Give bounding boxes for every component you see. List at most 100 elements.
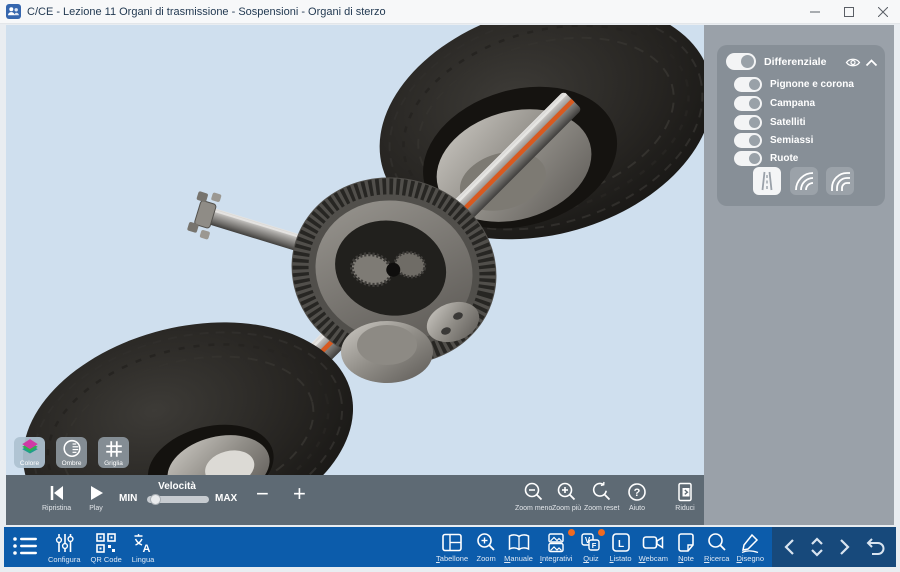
notification-badge	[568, 529, 575, 536]
qr-code-icon	[95, 532, 117, 554]
playback-controlbar: Ripristina Play Velocità MIN MAX − + Zoo…	[6, 475, 704, 525]
maximize-icon	[844, 7, 854, 17]
quiz-button[interactable]: V F Quiz	[579, 527, 602, 567]
webcam-button[interactable]: Webcam	[639, 527, 668, 567]
grid-icon	[104, 439, 124, 459]
satelliti-toggle[interactable]	[734, 115, 762, 130]
colore-label: Colore	[14, 460, 45, 467]
qr-code-button[interactable]: QR Code	[91, 527, 122, 564]
window-title: C/CE - Lezione 11 Organi di trasmissione…	[27, 6, 386, 18]
zoom-out-icon	[523, 481, 545, 503]
minimize-icon	[810, 7, 820, 17]
curved-road-button[interactable]	[790, 167, 818, 195]
right-sidebar: Differenziale Pignone e corona Campana S…	[704, 25, 894, 525]
svg-text:F: F	[592, 541, 597, 550]
ricerca-button[interactable]: Ricerca	[704, 527, 729, 567]
3d-viewport[interactable]	[6, 25, 704, 475]
app-users-icon	[6, 4, 21, 19]
ruote-toggle[interactable]	[734, 151, 762, 166]
minimize-button[interactable]	[798, 0, 832, 23]
sliders-icon	[53, 532, 75, 554]
menu-list-icon	[12, 535, 38, 557]
help-button[interactable]: ? Aiuto	[626, 481, 648, 512]
speed-label: Velocità	[145, 481, 209, 492]
configura-button[interactable]: Configura	[48, 527, 81, 564]
collapse-bar-button[interactable]: Riduci	[674, 481, 696, 512]
listato-button[interactable]: L Listato	[609, 527, 631, 567]
curved-road-icon	[793, 170, 815, 192]
titlebar: C/CE - Lezione 11 Organi di trasmissione…	[0, 0, 900, 24]
colore-button[interactable]: Colore	[14, 437, 45, 468]
restart-button[interactable]: Ripristina	[42, 483, 71, 512]
note-icon	[675, 532, 697, 553]
pen-draw-icon	[739, 532, 761, 553]
play-button[interactable]: Play	[86, 483, 106, 512]
chevron-right-icon	[836, 538, 852, 556]
axle-differential-scene	[6, 25, 704, 475]
shadow-sphere-icon	[62, 439, 82, 459]
sharp-curved-road-button[interactable]	[826, 167, 854, 195]
menu-button[interactable]	[12, 527, 38, 557]
semiassi-toggle[interactable]	[734, 133, 762, 148]
lesson-navigation	[772, 527, 896, 567]
maximize-button[interactable]	[832, 0, 866, 23]
straight-road-button[interactable]	[753, 167, 781, 195]
svg-text:A: A	[143, 543, 151, 554]
next-button[interactable]	[836, 538, 852, 556]
help-icon: ?	[626, 481, 648, 503]
panel-title: Differenziale	[764, 56, 826, 68]
griglia-button[interactable]: Griglia	[98, 437, 129, 468]
zoom-reset-button[interactable]: Zoom reset	[584, 481, 619, 512]
translate-icon: A	[132, 532, 154, 554]
main-toolbar: Configura QR Code A	[4, 527, 896, 567]
chevron-up-icon[interactable]	[865, 59, 878, 67]
listato-icon: L	[610, 532, 632, 553]
griglia-label: Griglia	[98, 460, 129, 467]
svg-text:L: L	[617, 539, 623, 550]
speed-slider-knob[interactable]	[150, 494, 161, 505]
skip-start-icon	[46, 483, 68, 503]
pignone-toggle[interactable]	[734, 77, 762, 92]
magnifier-plus-icon	[475, 532, 497, 553]
board-icon	[441, 532, 463, 553]
speed-plus-button[interactable]: +	[293, 483, 306, 505]
index-button[interactable]	[808, 536, 826, 558]
lingua-button[interactable]: A Lingua	[132, 527, 155, 564]
note-button[interactable]: Note	[675, 527, 697, 567]
close-button[interactable]	[866, 0, 900, 23]
zoom-out-button[interactable]: Zoom meno	[515, 481, 552, 512]
speed-min-label: MIN	[119, 493, 137, 504]
search-icon	[706, 532, 728, 553]
return-arrow-icon	[862, 536, 886, 558]
integrativi-button[interactable]: Integrativi	[540, 527, 573, 567]
play-icon	[86, 483, 106, 503]
chevron-left-icon	[782, 538, 798, 556]
previous-button[interactable]	[782, 538, 798, 556]
zoom-in-icon	[556, 481, 578, 503]
speed-minus-button[interactable]: −	[256, 483, 269, 505]
speed-slider[interactable]	[147, 496, 209, 503]
notification-badge	[598, 529, 605, 536]
campana-toggle[interactable]	[734, 96, 762, 111]
application-window: C/CE - Lezione 11 Organi di trasmissione…	[0, 0, 900, 572]
straight-road-icon	[756, 170, 778, 192]
differential-layers-panel: Differenziale Pignone e corona Campana S…	[717, 45, 885, 206]
sharp-curved-road-icon	[829, 170, 851, 192]
layers-icon	[20, 438, 40, 458]
differenziale-toggle[interactable]	[726, 53, 756, 70]
ombre-label: Ombre	[56, 460, 87, 467]
return-button[interactable]	[862, 536, 886, 558]
open-book-icon	[507, 532, 531, 553]
zoom-tool-button[interactable]: Zoom	[475, 527, 497, 567]
images-icon	[545, 532, 567, 553]
eye-icon[interactable]	[845, 57, 861, 68]
zoom-reset-icon	[591, 481, 613, 503]
webcam-icon	[641, 532, 665, 553]
manuale-button[interactable]: Manuale	[504, 527, 533, 567]
close-icon	[878, 7, 888, 17]
speed-max-label: MAX	[215, 493, 237, 504]
tabellone-button[interactable]: Tabellone	[436, 527, 468, 567]
zoom-in-button[interactable]: Zoom più	[552, 481, 581, 512]
ombre-button[interactable]: Ombre	[56, 437, 87, 468]
disegno-button[interactable]: Disegno	[736, 527, 764, 567]
